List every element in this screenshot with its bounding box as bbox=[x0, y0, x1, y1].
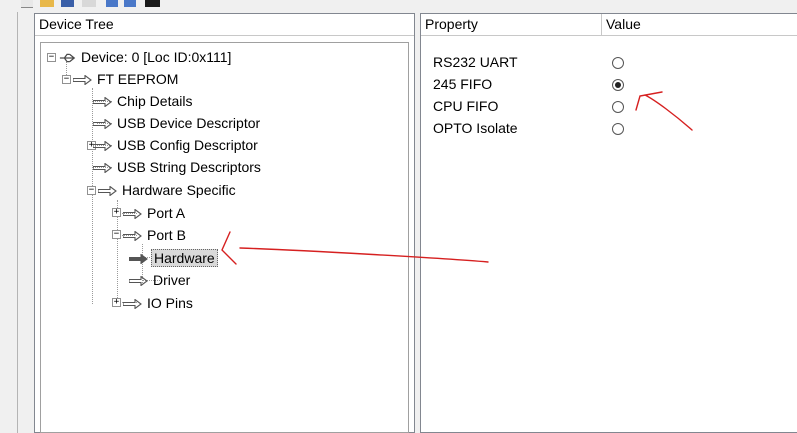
tree-node-port-a[interactable]: Port A bbox=[123, 203, 187, 223]
arrow-icon bbox=[93, 119, 112, 130]
tree-node-usb-config-descriptor[interactable]: USB Config Descriptor bbox=[93, 135, 260, 155]
window-edge bbox=[17, 12, 18, 433]
tree-node-device[interactable]: Device: 0 [Loc ID:0x111] bbox=[59, 47, 233, 67]
tree-node-io-pins[interactable]: IO Pins bbox=[123, 293, 195, 313]
tree-node-port-b[interactable]: Port B bbox=[123, 225, 188, 245]
property-grid: Property Value RS232 UART 245 FIFO CPU F… bbox=[420, 13, 797, 433]
arrow-icon bbox=[129, 276, 148, 287]
tree-node-chip-details[interactable]: Chip Details bbox=[93, 91, 194, 111]
property-column-header[interactable]: Property bbox=[421, 14, 601, 36]
tree-node-label: Chip Details bbox=[117, 93, 193, 109]
tree-node-label: Hardware Specific bbox=[122, 182, 236, 198]
cpu-fifo-radio[interactable] bbox=[612, 101, 624, 113]
program-icon[interactable] bbox=[82, 0, 96, 7]
tree-node-hardware[interactable]: Hardware bbox=[129, 248, 218, 268]
save-icon[interactable] bbox=[61, 0, 74, 7]
collapse-port-b-icon[interactable]: − bbox=[112, 230, 121, 239]
tree-node-label: Port A bbox=[147, 205, 186, 221]
tree-node-label: USB String Descriptors bbox=[117, 159, 261, 175]
expand-io-pins-icon[interactable]: + bbox=[112, 298, 121, 307]
tree-node-driver[interactable]: Driver bbox=[129, 270, 192, 290]
tree-node-label: USB Device Descriptor bbox=[117, 115, 261, 131]
tree-node-label: Port B bbox=[147, 227, 186, 243]
tree-node-label: USB Config Descriptor bbox=[117, 137, 258, 153]
arrow-icon bbox=[93, 163, 112, 174]
open-icon[interactable] bbox=[40, 0, 54, 7]
property-row-opto-isolate: OPTO Isolate bbox=[433, 120, 518, 136]
tree-node-label: Driver bbox=[153, 272, 191, 288]
terminal-icon[interactable] bbox=[145, 0, 160, 7]
tree-node-label: FT EEPROM bbox=[97, 71, 179, 87]
tree-node-label: Hardware bbox=[151, 249, 218, 267]
tree-node-hardware-specific[interactable]: Hardware Specific bbox=[98, 180, 238, 200]
arrow-icon bbox=[73, 75, 92, 86]
device-tree-pane: Device Tree − − + − + − + Device: 0 [Loc… bbox=[34, 13, 415, 433]
arrow-icon bbox=[123, 299, 142, 310]
arrow-icon bbox=[123, 231, 142, 242]
arrow-icon bbox=[129, 254, 148, 265]
arrow-icon bbox=[123, 209, 142, 220]
wand-icon[interactable] bbox=[106, 0, 118, 7]
rs232-uart-radio[interactable] bbox=[612, 57, 624, 69]
property-row-245-fifo: 245 FIFO bbox=[433, 76, 493, 92]
new-icon[interactable] bbox=[21, 0, 33, 8]
tree-node-ft-eeprom[interactable]: FT EEPROM bbox=[73, 69, 180, 89]
collapse-hardware-specific-icon[interactable]: − bbox=[87, 186, 96, 195]
property-row-rs232-uart: RS232 UART bbox=[433, 54, 518, 70]
tree-node-label: IO Pins bbox=[147, 295, 193, 311]
value-column-header[interactable]: Value bbox=[602, 14, 797, 36]
collapse-device-icon[interactable]: − bbox=[47, 53, 56, 62]
tree-node-label: Device: 0 [Loc ID:0x111] bbox=[81, 49, 232, 65]
usb-device-icon bbox=[59, 54, 76, 63]
arrow-icon bbox=[93, 141, 112, 152]
wand2-icon[interactable] bbox=[124, 0, 136, 7]
collapse-ft-eeprom-icon[interactable]: − bbox=[62, 75, 71, 84]
tree-node-usb-device-descriptor[interactable]: USB Device Descriptor bbox=[93, 113, 262, 133]
device-tree-header: Device Tree bbox=[35, 14, 414, 36]
tree-node-usb-string-descriptors[interactable]: USB String Descriptors bbox=[93, 157, 263, 177]
arrow-icon bbox=[93, 97, 112, 108]
property-row-cpu-fifo: CPU FIFO bbox=[433, 98, 499, 114]
toolbar bbox=[0, 0, 797, 10]
245-fifo-radio[interactable] bbox=[612, 79, 624, 91]
opto-isolate-radio[interactable] bbox=[612, 123, 624, 135]
arrow-icon bbox=[98, 186, 117, 197]
expand-port-a-icon[interactable]: + bbox=[112, 208, 121, 217]
